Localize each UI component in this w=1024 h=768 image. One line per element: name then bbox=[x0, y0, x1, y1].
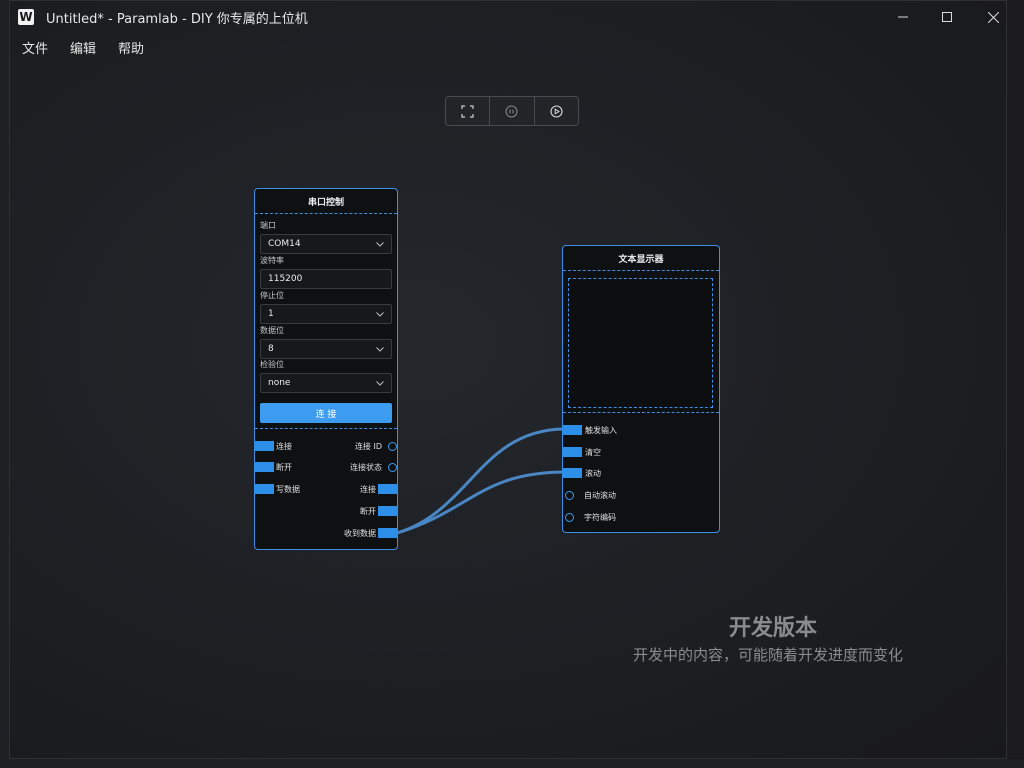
port-handle[interactable] bbox=[565, 512, 574, 522]
input-port-trigger[interactable]: 触发输入 bbox=[562, 424, 617, 436]
wire-data-to-trigger bbox=[396, 427, 564, 535]
port-value: COM14 bbox=[268, 239, 301, 249]
port-label: 连接 bbox=[276, 441, 292, 451]
port-select[interactable]: COM14 bbox=[260, 234, 392, 254]
data-bits-label: 数据位 bbox=[260, 326, 284, 335]
port-handle[interactable] bbox=[378, 506, 398, 516]
input-port-scroll[interactable]: 滚动 bbox=[562, 467, 601, 479]
port-handle[interactable] bbox=[254, 484, 274, 494]
output-port-received-data[interactable]: 收到数据 bbox=[344, 527, 398, 539]
ports-divider bbox=[255, 428, 397, 429]
port-handle[interactable] bbox=[562, 447, 582, 457]
port-handle[interactable] bbox=[562, 425, 582, 435]
output-port-connected[interactable]: 连接 bbox=[360, 483, 398, 495]
node-title: 文本显示器 bbox=[563, 246, 719, 271]
input-port-auto-scroll[interactable]: 自动滚动 bbox=[565, 489, 616, 501]
parity-label: 检验位 bbox=[260, 360, 284, 369]
port-handle[interactable] bbox=[388, 441, 397, 451]
port-handle[interactable] bbox=[378, 484, 398, 494]
output-port-disconnected[interactable]: 断开 bbox=[360, 505, 398, 517]
port-label: 断开 bbox=[276, 462, 292, 472]
background-status-strip bbox=[0, 759, 1024, 768]
input-port-connect[interactable]: 连接 bbox=[254, 440, 292, 452]
output-port-connection-id[interactable]: 连接 ID bbox=[355, 440, 398, 452]
background-editor-strip bbox=[0, 0, 9, 768]
input-port-disconnect[interactable]: 断开 bbox=[254, 461, 292, 473]
port-label: 自动滚动 bbox=[584, 490, 616, 500]
parity-value: none bbox=[268, 378, 291, 388]
chevron-down-icon bbox=[376, 311, 384, 317]
port-label: 触发输入 bbox=[585, 425, 617, 435]
data-bits-value: 8 bbox=[268, 344, 274, 354]
stop-bits-label: 停止位 bbox=[260, 291, 284, 300]
stop-bits-select[interactable]: 1 bbox=[260, 304, 392, 324]
port-handle[interactable] bbox=[378, 528, 398, 538]
data-bits-select[interactable]: 8 bbox=[260, 339, 392, 359]
text-output-area[interactable] bbox=[568, 278, 713, 408]
port-label: 连接 ID bbox=[354, 441, 382, 451]
chevron-down-icon bbox=[376, 241, 384, 247]
app-window: W Untitled* - Paramlab - DIY 你专属的上位机 文件 … bbox=[9, 0, 1007, 759]
connect-button[interactable]: 连 接 bbox=[260, 403, 392, 423]
output-port-connection-status[interactable]: 连接状态 bbox=[350, 461, 398, 473]
chevron-down-icon bbox=[376, 380, 384, 386]
parity-select[interactable]: none bbox=[260, 373, 392, 393]
port-label: 连接状态 bbox=[350, 462, 382, 472]
dev-version-subtitle: 开发中的内容，可能随着开发进度而变化 bbox=[633, 646, 904, 664]
port-label: 清空 bbox=[585, 447, 601, 457]
port-handle[interactable] bbox=[254, 462, 274, 472]
baud-value: 115200 bbox=[268, 274, 303, 284]
stop-bits-value: 1 bbox=[268, 309, 274, 319]
input-port-write-data[interactable]: 写数据 bbox=[254, 483, 300, 495]
dev-version-title: 开发版本 bbox=[729, 616, 818, 641]
text-display-node[interactable]: 文本显示器 触发输入 清空 滚动 自动滚动 字符编码 bbox=[562, 245, 720, 533]
port-handle[interactable] bbox=[388, 462, 397, 472]
input-port-encoding[interactable]: 字符编码 bbox=[565, 511, 616, 523]
port-label: 连接 bbox=[360, 484, 376, 494]
port-label: 字符编码 bbox=[584, 512, 616, 522]
port-handle[interactable] bbox=[562, 468, 582, 478]
port-handle[interactable] bbox=[565, 490, 574, 500]
wire-data-to-scroll bbox=[396, 470, 564, 535]
chevron-down-icon bbox=[376, 346, 384, 352]
input-port-clear[interactable]: 清空 bbox=[562, 446, 601, 458]
node-title: 串口控制 bbox=[255, 189, 397, 214]
port-label: 端口 bbox=[260, 221, 276, 230]
port-label: 写数据 bbox=[276, 484, 300, 494]
serial-control-node[interactable]: 串口控制 端口 COM14 波特率 115200 停止位 1 数据位 8 检验位… bbox=[254, 188, 398, 550]
port-label: 断开 bbox=[360, 506, 376, 516]
port-label: 滚动 bbox=[585, 468, 601, 478]
ports-divider bbox=[563, 412, 719, 413]
baud-input[interactable]: 115200 bbox=[260, 269, 392, 289]
port-label: 收到数据 bbox=[344, 528, 376, 538]
baud-label: 波特率 bbox=[260, 256, 284, 265]
port-handle[interactable] bbox=[254, 441, 274, 451]
